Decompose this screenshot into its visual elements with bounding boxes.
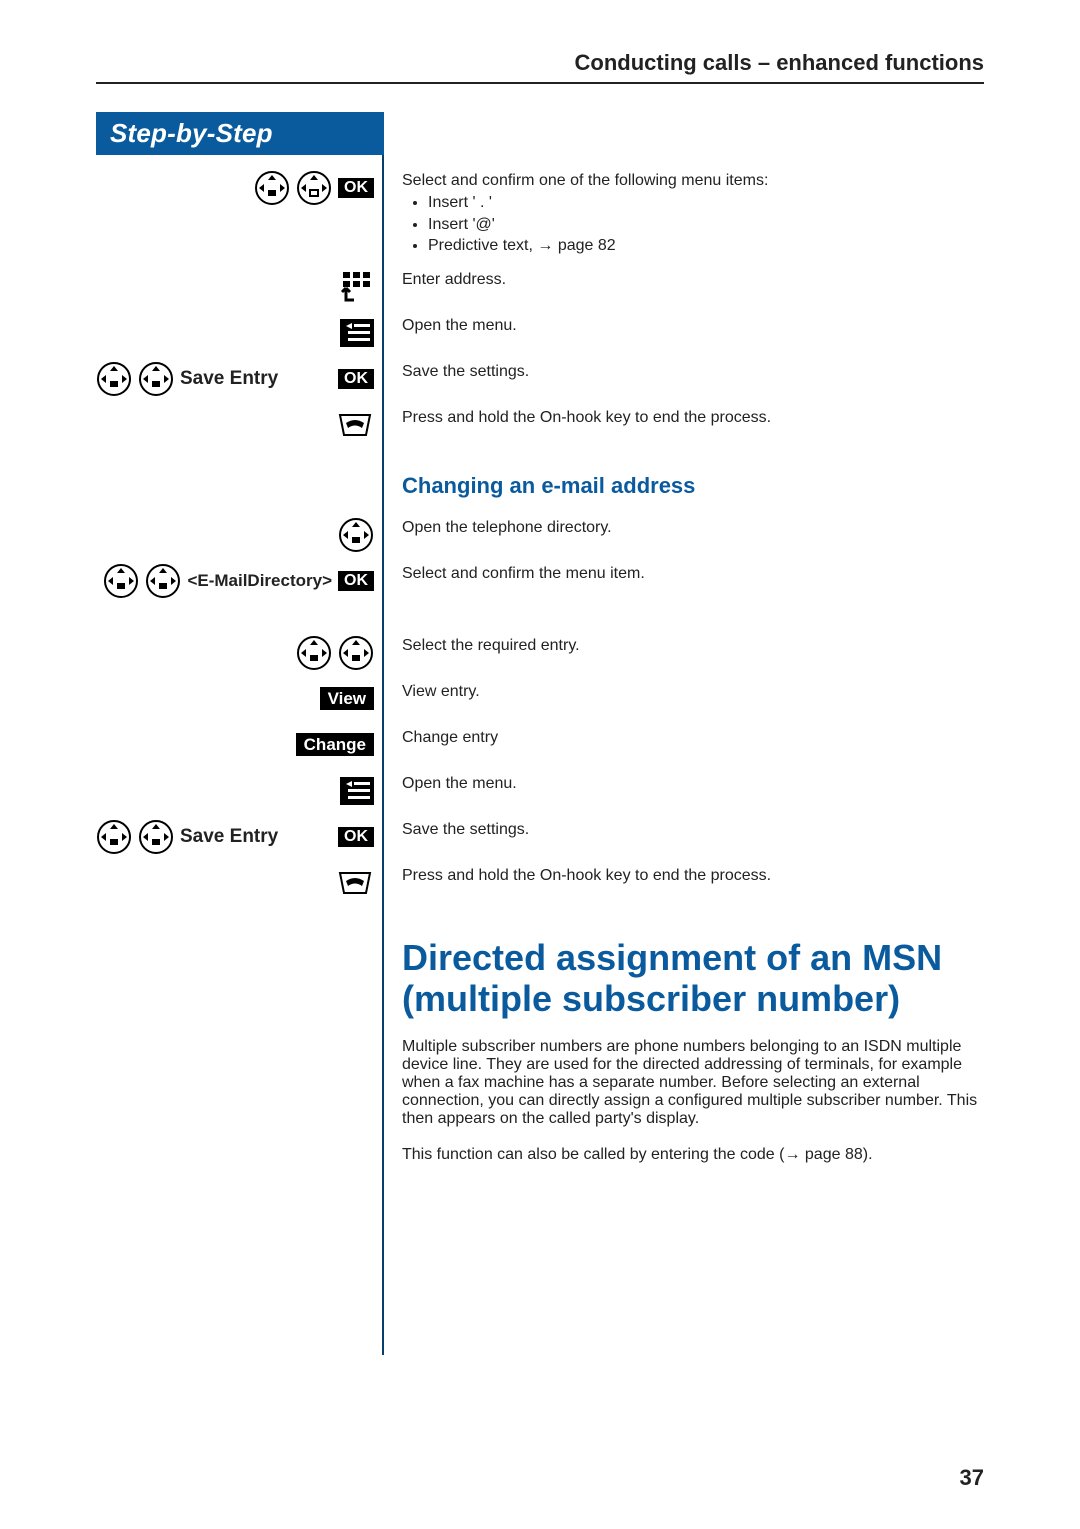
step-text: Open the menu. [384,771,984,797]
nav-pad-icon [103,563,139,599]
step-text: Open the telephone directory. [384,515,984,541]
step-text: Press and hold the On-hook key to end th… [384,405,984,431]
nav-pad-icon [145,563,181,599]
step-text: Select the required entry. [384,633,984,659]
ok-softkey[interactable]: OK [338,827,374,847]
menu-items-list: Insert ' . ' Insert '@' Predictive text,… [402,192,984,257]
nav-pad-icon [96,819,132,855]
step-text: Open the menu. [384,313,984,339]
ok-softkey[interactable]: OK [338,369,374,389]
subheading: Changing an e-mail address [402,473,984,499]
nav-pad-icon [338,517,374,553]
nav-pad-icon [338,635,374,671]
menu-item: Predictive text, → page 82 [428,235,984,257]
view-softkey[interactable]: View [320,687,374,710]
nav-pad-icon [138,819,174,855]
step-text: Save the settings. [384,817,984,843]
nav-pad-icon [138,361,174,397]
menu-icon [340,777,374,805]
save-entry-label: Save Entry [180,826,278,848]
step-text: Press and hold the On-hook key to end th… [384,863,984,889]
running-header: Conducting calls – enhanced functions [96,50,984,84]
step-text: Select and confirm the menu item. [384,561,984,587]
section-title: Directed assignment of an MSN (multiple … [402,937,984,1020]
ok-softkey[interactable]: OK [338,178,374,198]
menu-item: Insert '@' [428,214,984,236]
step-text: Select and confirm one of the following … [402,172,984,190]
step-by-step-header: Step-by-Step [96,112,384,155]
keypad-icon [340,270,374,304]
change-softkey[interactable]: Change [296,733,374,756]
step-text: Save the settings. [384,359,984,385]
nav-pad-icon [296,635,332,671]
arrow-icon: → [784,1146,800,1163]
save-entry-label: Save Entry [180,368,278,390]
menu-item: Insert ' . ' [428,192,984,214]
page-number: 37 [960,1465,984,1491]
step-text: Change entry [384,725,984,751]
email-directory-label: <E-MailDirectory> [187,571,332,591]
arrow-icon: → [537,237,553,254]
on-hook-key-icon [336,411,374,439]
ok-softkey[interactable]: OK [338,571,374,591]
menu-icon [340,319,374,347]
body-paragraph: Multiple subscriber numbers are phone nu… [402,1038,984,1128]
nav-pad-alt-icon [296,170,332,206]
body-paragraph: This function can also be called by ente… [402,1146,984,1164]
page: Conducting calls – enhanced functions St… [0,0,1080,1529]
step-text: Enter address. [384,267,984,293]
nav-pad-icon [96,361,132,397]
nav-pad-icon [254,170,290,206]
step-text: View entry. [384,679,984,705]
on-hook-key-icon [336,869,374,897]
